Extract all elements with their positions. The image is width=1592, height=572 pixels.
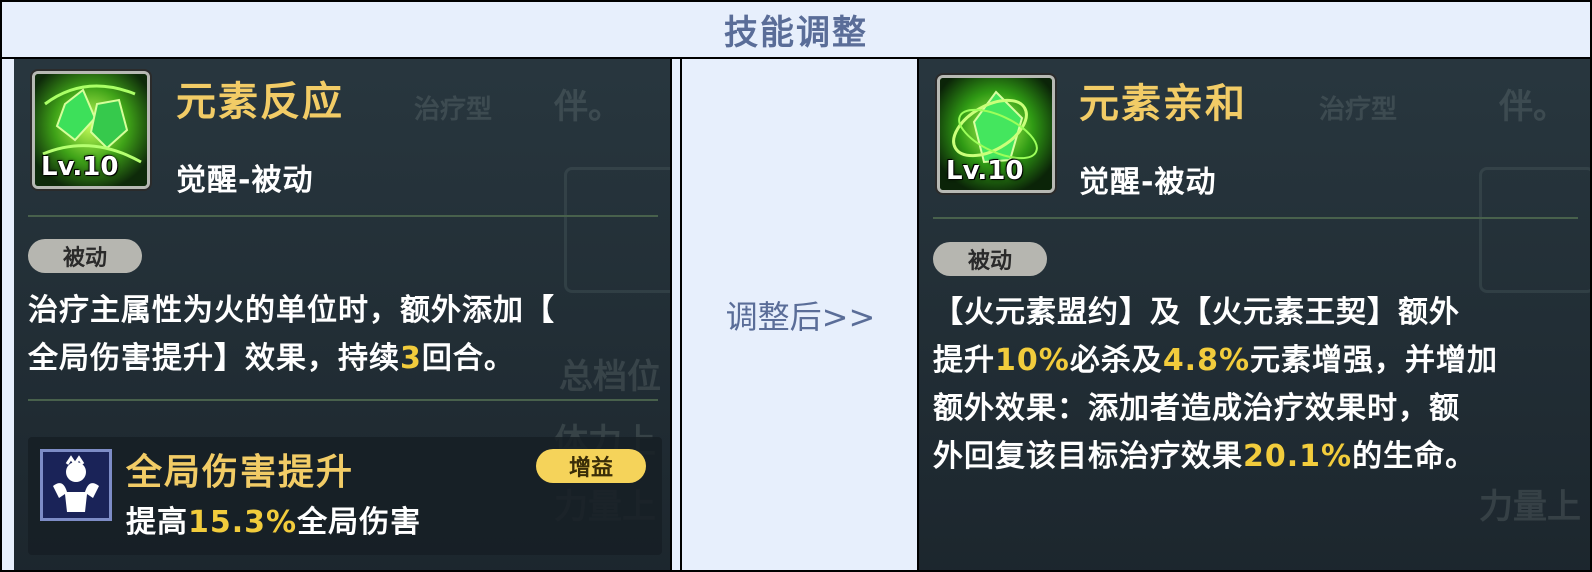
buff-card[interactable]: 全局伤害提升 增益 提高15.3%全局伤害 [28, 437, 662, 555]
after-skill-panel: 治疗型 伴。 力量上 Lv.10 元素亲和 觉醒-被动 被动 【火元素盟约】及【… [919, 59, 1590, 570]
comparison-table: 技能调整 治疗型 伴。 总档位 体力上 力量上 [0, 0, 1592, 572]
passive-tag-right: 被动 [933, 242, 1047, 276]
skill-level-left: Lv.10 [41, 152, 119, 182]
divider [933, 217, 1578, 219]
skill-icon-left[interactable]: Lv.10 [32, 71, 150, 189]
highlight-value: 20.1% [1243, 439, 1353, 474]
column-divider [670, 59, 672, 570]
adjust-label: 调整后>> [725, 297, 876, 336]
adjust-arrow-cell: 调整后>> [682, 59, 919, 570]
desc-line: 额外效果：添加者造成治疗效果时，额 [933, 391, 1460, 426]
highlight-value: 3 [400, 341, 422, 376]
desc-line: 提升10%必杀及4.8%元素增强，并增加 [933, 343, 1499, 378]
desc-line: 全局伤害提升】效果，持续3回合。 [28, 341, 515, 376]
skill-level-right: Lv.10 [946, 156, 1024, 186]
skill-name-right: 元素亲和 [1079, 81, 1247, 127]
skill-icon-right[interactable]: Lv.10 [937, 75, 1055, 193]
divider [28, 399, 658, 401]
buff-name: 全局伤害提升 [126, 452, 355, 493]
divider [28, 215, 658, 217]
desc-line: 【火元素盟约】及【火元素王契】额外 [933, 295, 1460, 330]
desc-line: 治疗主属性为火的单位时，额外添加【 [28, 293, 555, 328]
skill-description-left: 治疗主属性为火的单位时，额外添加【 全局伤害提升】效果，持续3回合。 [28, 287, 668, 383]
skill-name-left: 元素反应 [176, 79, 344, 125]
highlight-value: 4.8% [1162, 343, 1251, 378]
before-skill-panel: 治疗型 伴。 总档位 体力上 力量上 Lv.10 [14, 59, 670, 570]
muscle-figure-icon [43, 452, 109, 518]
buff-badge: 增益 [536, 449, 646, 483]
passive-tag-left: 被动 [28, 239, 142, 273]
table-header: 技能调整 [2, 2, 1590, 59]
page-title: 技能调整 [724, 13, 868, 53]
highlight-value: 10% [995, 343, 1070, 378]
skill-description-right: 【火元素盟约】及【火元素王契】额外 提升10%必杀及4.8%元素增强，并增加 额… [933, 289, 1588, 481]
skill-type-left: 觉醒-被动 [176, 163, 314, 198]
skill-type-right: 觉醒-被动 [1079, 165, 1217, 200]
buff-icon [40, 449, 112, 521]
highlight-value: 15.3% [188, 505, 298, 540]
desc-line: 外回复该目标治疗效果20.1%的生命。 [933, 439, 1477, 474]
buff-description: 提高15.3%全局伤害 [126, 505, 422, 540]
